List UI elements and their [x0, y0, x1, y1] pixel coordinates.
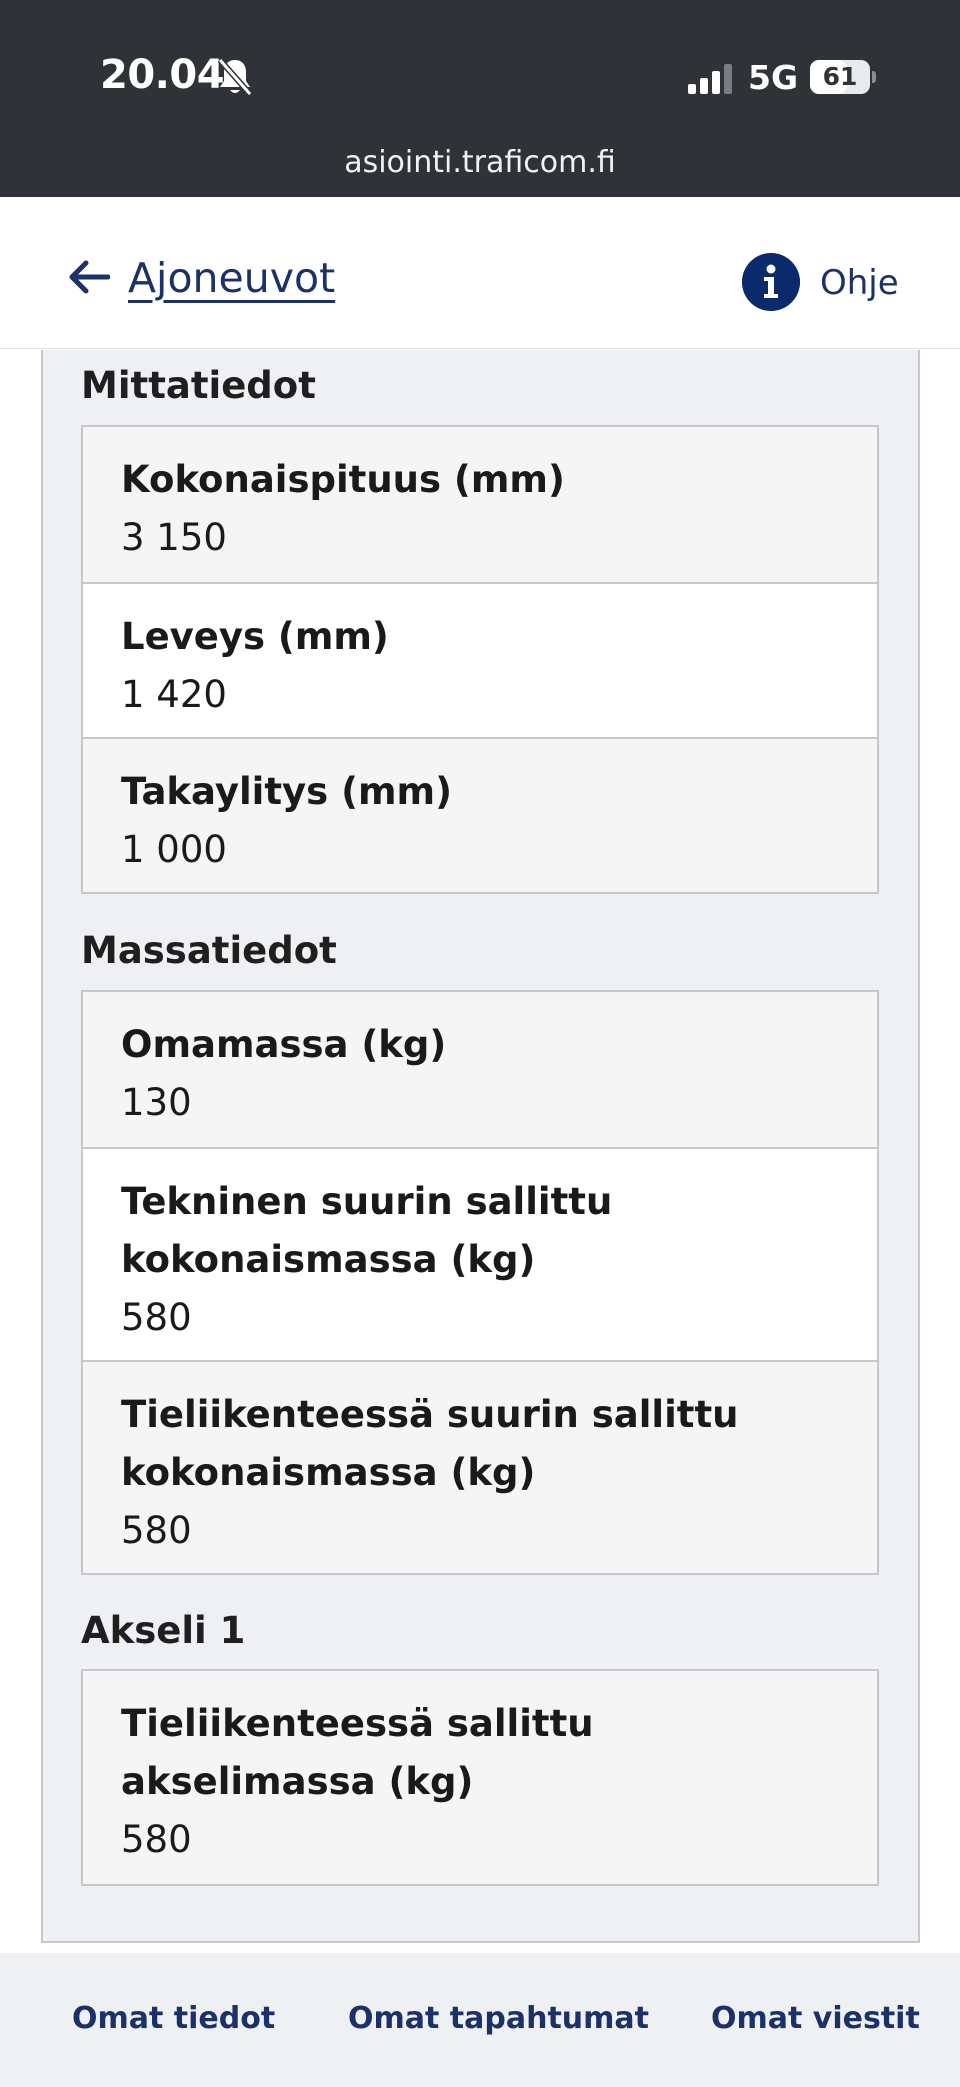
nav-omat-viestit[interactable]: Omat viestit — [711, 2001, 920, 2036]
row-value: 580 — [121, 1818, 192, 1861]
nav-omat-tapahtumat[interactable]: Omat tapahtumat — [348, 2001, 649, 2036]
status-time: 20.04 — [100, 52, 225, 98]
network-type: 5G — [748, 58, 799, 97]
section-heading-akseli-1: Akseli 1 — [81, 1609, 246, 1652]
table-massatiedot: Omamassa (kg) 130 Tekninen suurin sallit… — [81, 990, 879, 1575]
row-label: Takaylitys (mm) — [121, 770, 452, 813]
row-label: Kokonaispituus (mm) — [121, 458, 565, 501]
section-heading-mittatiedot: Mittatiedot — [81, 364, 316, 407]
table-row: Leveys (mm) 1 420 — [83, 582, 877, 737]
table-row: Tekninen suurin sallittu kokonaismassa (… — [83, 1147, 877, 1360]
table-akseli-1: Tieliikenteessä sallittu akselimassa (kg… — [81, 1669, 879, 1886]
row-value: 580 — [121, 1509, 192, 1552]
status-bar: 20.04 5G 61 asiointi.traficom.fi — [0, 0, 960, 197]
arrow-left-icon[interactable] — [68, 260, 110, 294]
row-label: Tekninen suurin sallittu kokonaismassa (… — [121, 1180, 613, 1281]
app-header: Ajoneuvot Ohje — [0, 197, 960, 349]
url-label[interactable]: asiointi.traficom.fi — [0, 145, 960, 180]
nav-omat-tiedot[interactable]: Omat tiedot — [72, 2001, 275, 2036]
row-label: Tieliikenteessä sallittu akselimassa (kg… — [121, 1702, 594, 1803]
row-label: Tieliikenteessä suurin sallittu kokonais… — [121, 1393, 739, 1494]
table-row: Tieliikenteessä sallittu akselimassa (kg… — [83, 1671, 877, 1884]
bottom-nav: Omat tiedot Omat tapahtumat Omat viestit — [0, 1953, 960, 2087]
row-value: 3 150 — [121, 516, 227, 559]
bell-slash-icon — [217, 58, 253, 96]
table-row: Omamassa (kg) 130 — [83, 992, 877, 1147]
table-row: Takaylitys (mm) 1 000 — [83, 737, 877, 892]
row-value: 580 — [121, 1296, 192, 1339]
table-row: Kokonaispituus (mm) 3 150 — [83, 427, 877, 582]
row-value: 1 420 — [121, 673, 227, 716]
back-link-ajoneuvot[interactable]: Ajoneuvot — [128, 254, 335, 302]
row-value: 130 — [121, 1081, 192, 1124]
help-label[interactable]: Ohje — [820, 263, 899, 303]
cellular-signal-icon — [688, 64, 732, 94]
table-row: Tieliikenteessä suurin sallittu kokonais… — [83, 1360, 877, 1573]
battery-level: 61 — [822, 62, 858, 91]
battery-icon: 61 — [810, 60, 876, 94]
row-value: 1 000 — [121, 828, 227, 871]
row-label: Omamassa (kg) — [121, 1023, 447, 1066]
section-heading-massatiedot: Massatiedot — [81, 929, 337, 972]
info-circle-icon[interactable] — [742, 253, 800, 311]
row-label: Leveys (mm) — [121, 615, 389, 658]
table-mittatiedot: Kokonaispituus (mm) 3 150 Leveys (mm) 1 … — [81, 425, 879, 894]
